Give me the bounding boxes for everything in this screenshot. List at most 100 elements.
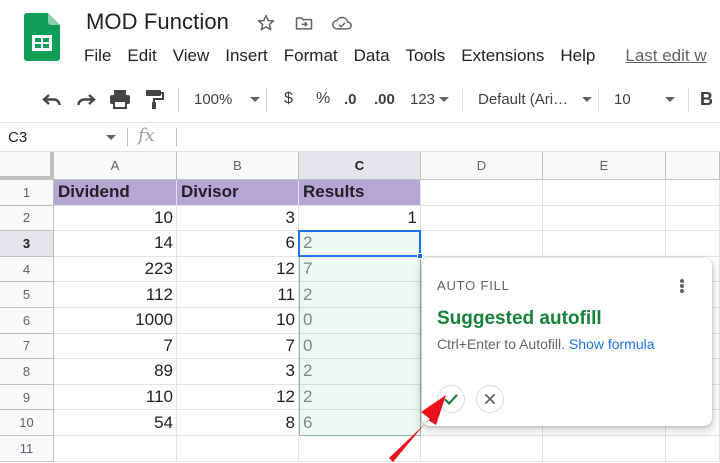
decrease-decimal-button[interactable]: .0 [344,76,357,122]
menu-extensions[interactable]: Extensions [453,44,552,68]
cell-dividend[interactable]: 89 [54,359,177,385]
cell-suggested-result[interactable]: 7 [299,256,421,283]
move-folder-icon[interactable] [292,11,316,35]
cell-suggested-result[interactable]: 2 [299,282,421,308]
cell-divisor[interactable]: 7 [177,333,299,360]
row-header-11[interactable]: 11 [0,436,54,462]
menu-tools[interactable]: Tools [398,44,454,68]
cell-suggested-result[interactable]: 6 [299,410,421,436]
header-cell-dividend[interactable]: Dividend [54,180,177,206]
chevron-down-icon [664,96,675,102]
redo-icon[interactable] [74,76,98,122]
row-header-7[interactable]: 7 [0,333,54,360]
show-formula-link[interactable]: Show formula [569,336,655,352]
header-cell-results[interactable]: Results [299,180,421,206]
name-box[interactable]: C3 [0,123,124,151]
menu-file[interactable]: File [76,44,119,68]
cell-divisor[interactable]: 12 [177,256,299,283]
cell[interactable] [299,436,421,462]
cell-divisor[interactable]: 3 [177,205,299,232]
cell[interactable] [666,436,720,462]
cell-dividend[interactable]: 7 [54,333,177,360]
cell[interactable] [666,180,720,206]
cell[interactable] [543,180,666,206]
row-header-5[interactable]: 5 [0,282,54,308]
row-header-8[interactable]: 8 [0,359,54,385]
menu-insert[interactable]: Insert [217,44,276,68]
column-header-f[interactable] [666,152,720,180]
font-name: Default (Ari… [478,90,569,108]
row-header-4[interactable]: 4 [0,256,54,283]
percent-button[interactable]: % [316,76,330,122]
cell-divisor[interactable]: 11 [177,282,299,308]
cell-dividend[interactable]: 14 [54,231,177,257]
cell-result[interactable]: 1 [299,205,421,232]
cell[interactable] [421,231,543,257]
cell-suggested-result[interactable]: 2 [299,359,421,385]
row-header-9[interactable]: 9 [0,384,54,411]
document-title[interactable]: MOD Function [86,9,229,35]
row-header-6[interactable]: 6 [0,308,54,334]
column-header-c[interactable]: C [299,152,421,180]
cell-divisor[interactable]: 8 [177,410,299,436]
header-cell-divisor[interactable]: Divisor [177,180,299,206]
cell-divisor[interactable]: 12 [177,384,299,411]
cell[interactable] [666,231,720,257]
last-edit-link[interactable]: Last edit w [617,44,714,68]
number-format-select[interactable]: 123 [410,76,450,122]
menu-format[interactable]: Format [276,44,346,68]
sheets-logo-icon[interactable] [24,13,60,61]
cell[interactable] [421,205,543,232]
cell[interactable] [177,436,299,462]
cell[interactable] [666,205,720,232]
cell-dividend[interactable]: 112 [54,282,177,308]
fx-icon: fx [138,125,155,146]
more-vert-icon[interactable] [674,276,690,296]
cell-dividend[interactable]: 110 [54,384,177,411]
cell[interactable] [543,231,666,257]
cell[interactable] [543,205,666,232]
cell-divisor[interactable]: 6 [177,231,299,257]
zoom-select[interactable]: 100% [194,76,261,122]
cell-dividend[interactable]: 10 [54,205,177,232]
cell-divisor[interactable]: 10 [177,308,299,334]
cloud-status-icon[interactable] [330,11,354,35]
font-size-select[interactable]: 10 [614,76,675,122]
currency-button[interactable]: $ [284,76,293,122]
cell[interactable] [543,436,666,462]
cell-suggested-result[interactable]: 2 [299,384,421,411]
font-select[interactable]: Default (Ari… [478,76,593,122]
column-header-e[interactable]: E [543,152,666,180]
row-header-1[interactable]: 1 [0,180,54,206]
cell[interactable] [421,180,543,206]
print-icon[interactable] [108,76,132,122]
fill-handle[interactable] [417,252,423,259]
cell[interactable] [421,436,543,462]
column-header-b[interactable]: B [177,152,299,180]
cell-dividend[interactable]: 54 [54,410,177,436]
accept-autofill-button[interactable] [437,385,465,413]
column-header-a[interactable]: A [54,152,177,180]
cell-suggested-result[interactable]: 2 [299,231,421,257]
paint-format-icon[interactable] [142,76,166,122]
menu-help[interactable]: Help [552,44,603,68]
row-header-3[interactable]: 3 [0,231,54,257]
cell-divisor[interactable]: 3 [177,359,299,385]
menu-view[interactable]: View [165,44,218,68]
star-icon[interactable] [254,11,278,35]
reject-autofill-button[interactable] [476,385,504,413]
cell-dividend[interactable]: 223 [54,256,177,283]
column-header-d[interactable]: D [421,152,543,180]
menu-edit[interactable]: Edit [119,44,164,68]
undo-icon[interactable] [40,76,64,122]
bold-button[interactable]: B [700,76,713,122]
increase-decimal-button[interactable]: .00 [374,76,395,122]
select-all-corner[interactable] [0,152,54,180]
cell[interactable] [54,436,177,462]
menu-data[interactable]: Data [346,44,398,68]
cell-suggested-result[interactable]: 0 [299,333,421,360]
row-header-10[interactable]: 10 [0,410,54,436]
row-header-2[interactable]: 2 [0,205,54,232]
cell-dividend[interactable]: 1000 [54,308,177,334]
cell-suggested-result[interactable]: 0 [299,308,421,334]
